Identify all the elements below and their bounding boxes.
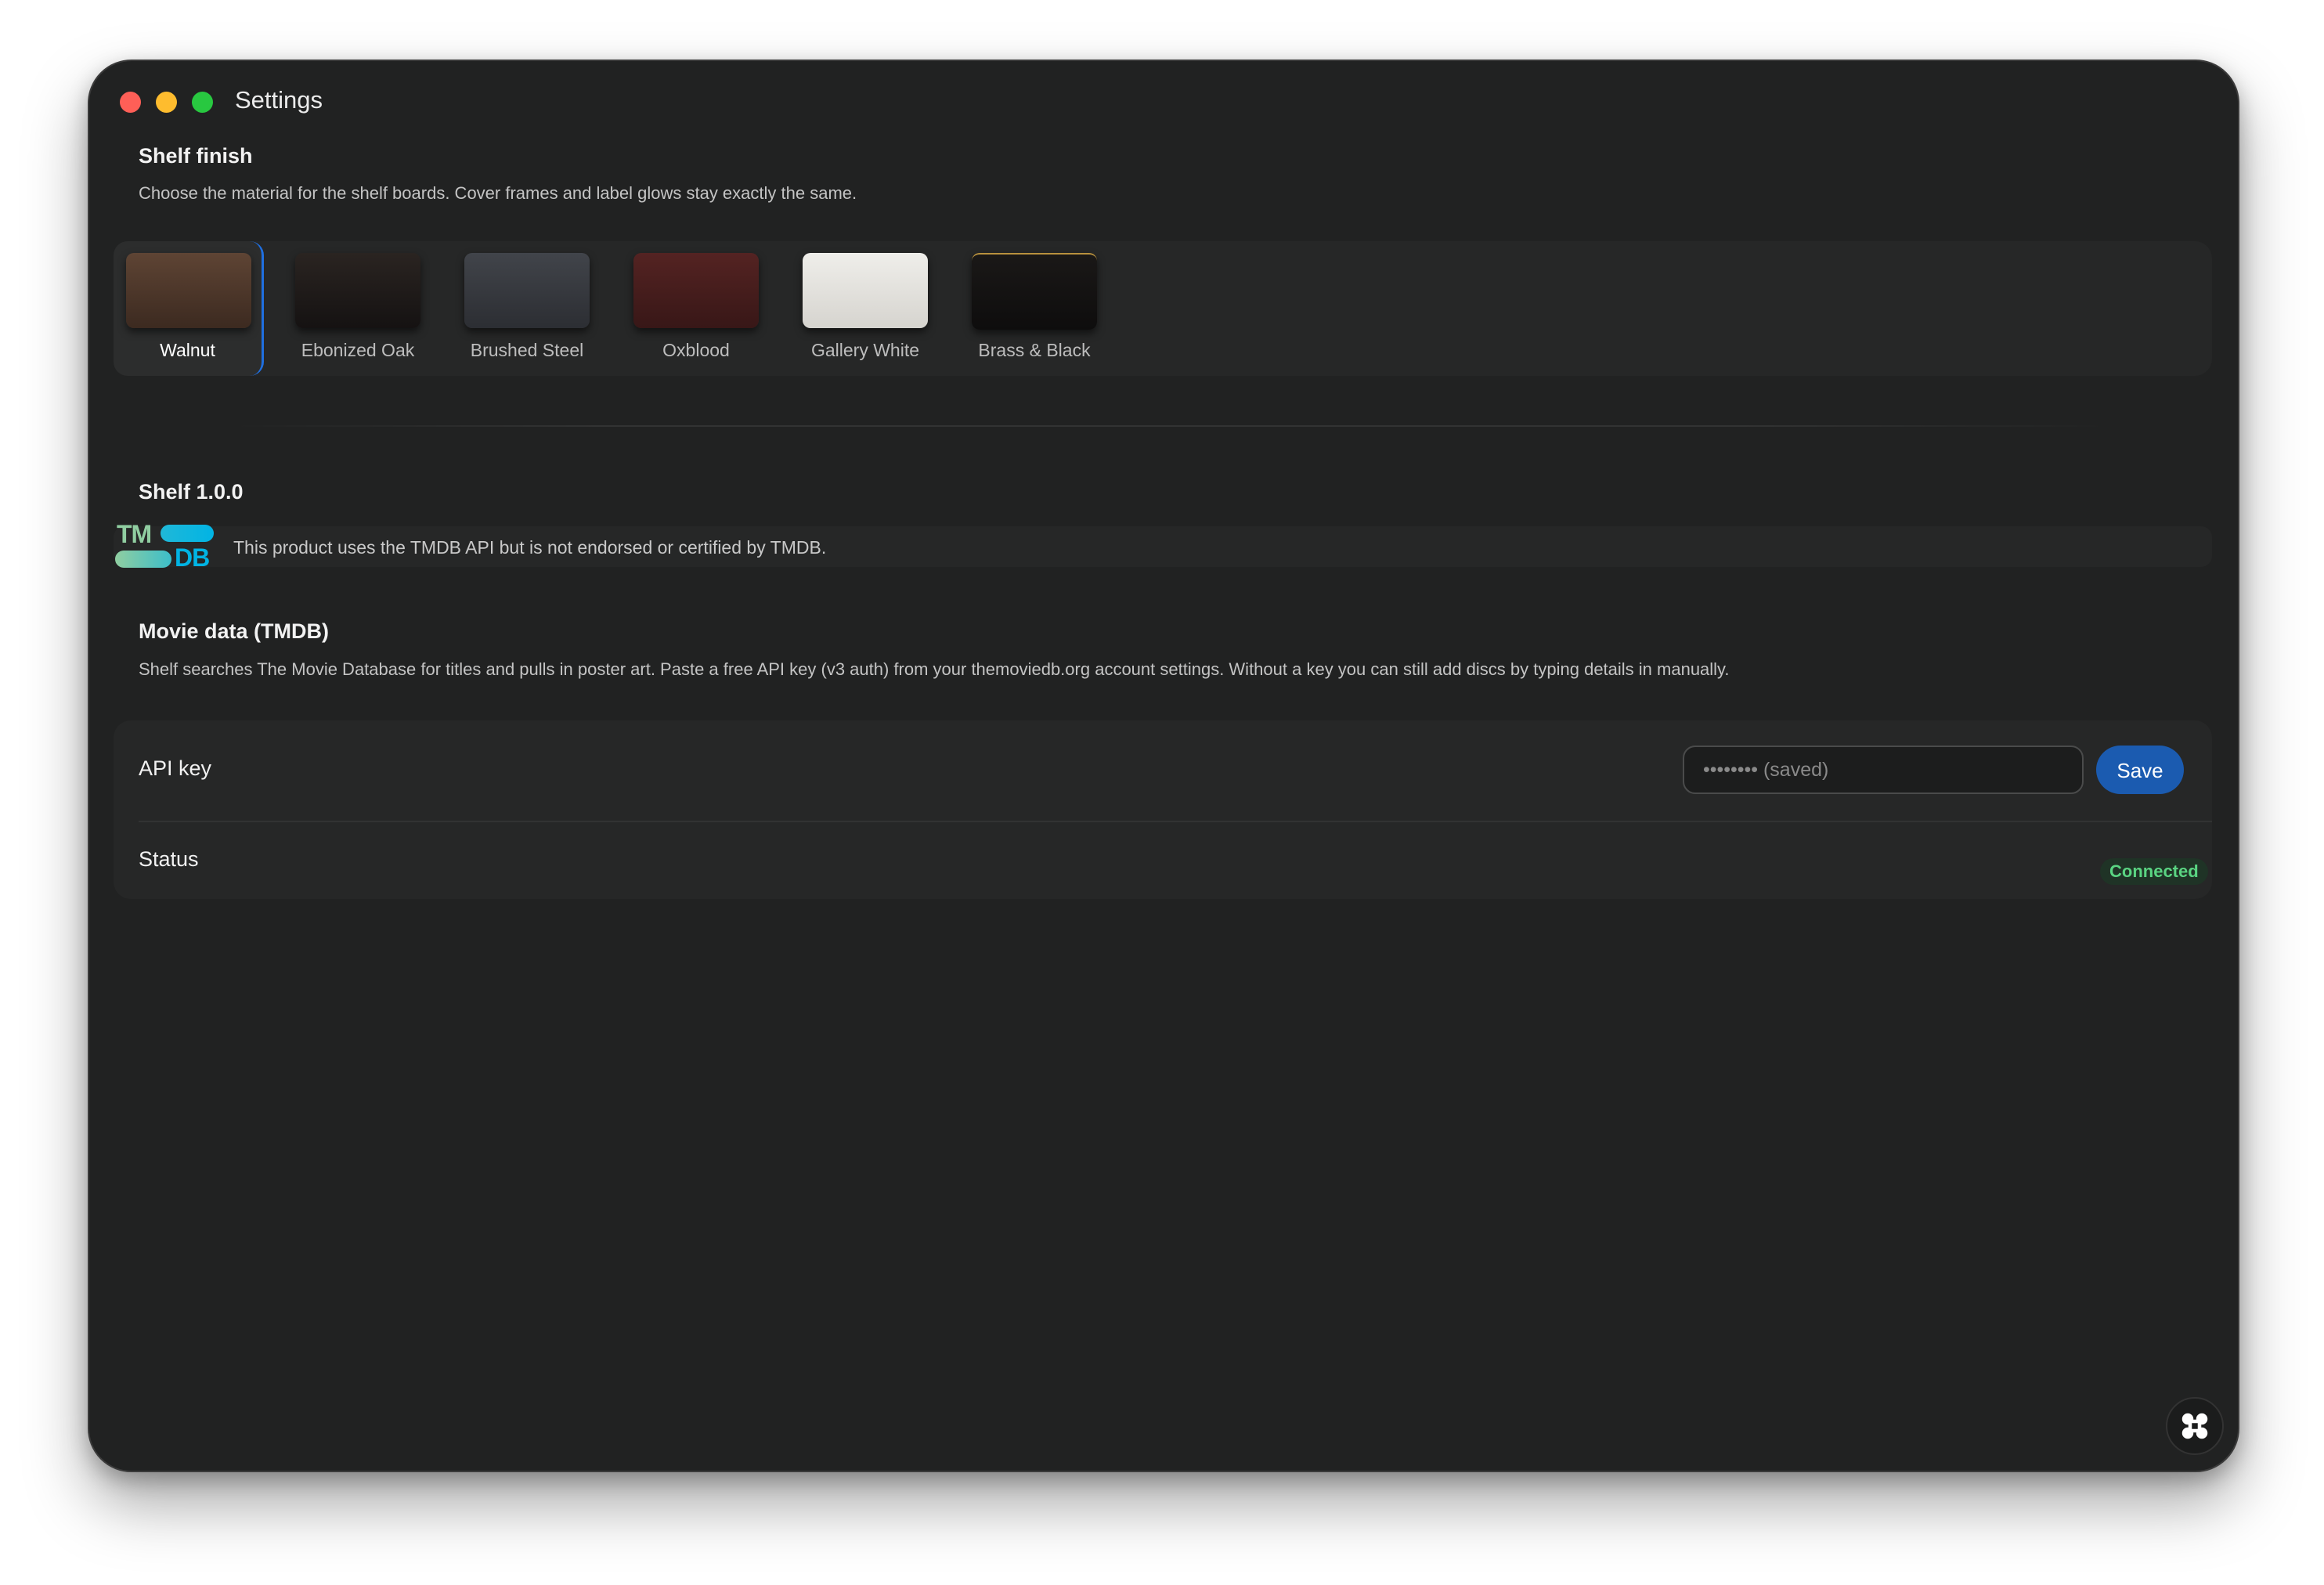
finish-swatch [972,253,1097,330]
finish-swatch [633,253,759,328]
about-title: Shelf 1.0.0 [139,480,244,504]
shelf-finish-description: Choose the material for the shelf boards… [139,183,857,203]
status-badge: Connected [2100,858,2208,885]
finish-option-gallery-white[interactable]: Gallery White [790,241,940,376]
status-label: Status [139,847,199,871]
finish-option-oxblood[interactable]: Oxblood [621,241,771,376]
shelf-finish-title: Shelf finish [139,144,253,168]
finish-option-label: Oxblood [662,340,730,360]
finish-option-label: Brushed Steel [470,340,584,360]
window-title: Settings [235,86,323,114]
title-bar: Settings [89,61,2238,139]
movie-data-description: Shelf searches The Movie Database for ti… [139,659,1730,679]
api-settings-card: API key Save Status Connected [114,720,2212,899]
finish-option-brushed-steel[interactable]: Brushed Steel [452,241,602,376]
finish-option-label: Brass & Black [978,340,1091,360]
row-divider [139,821,2212,822]
command-icon [2181,1413,2208,1439]
finish-swatch [295,253,420,328]
api-key-input[interactable] [1683,746,2084,794]
close-window-button[interactable] [120,92,141,113]
zoom-window-button[interactable] [192,92,213,113]
minimize-window-button[interactable] [156,92,177,113]
finish-option-ebonized-oak[interactable]: Ebonized Oak [283,241,433,376]
tmdb-logo: TM DB [114,520,215,572]
finish-option-label: Walnut [160,340,215,360]
section-divider [230,425,2109,427]
finish-option-label: Ebonized Oak [301,340,415,360]
finish-option-walnut[interactable]: Walnut [114,241,264,376]
save-button[interactable]: Save [2096,746,2184,794]
settings-window: Settings Shelf finish Choose the materia… [88,60,2239,1472]
shelf-finish-picker: Walnut Ebonized Oak Brushed Steel Oxbloo… [114,241,2212,376]
movie-data-title: Movie data (TMDB) [139,619,329,643]
api-key-label: API key [139,756,212,780]
finish-option-label: Gallery White [810,340,920,360]
command-icon-button[interactable] [2166,1397,2224,1455]
finish-swatch [126,253,251,328]
finish-swatch [803,253,928,328]
tmdb-attribution-text: This product uses the TMDB API but is no… [233,537,827,558]
finish-option-brass-and-black[interactable]: Brass & Black [959,241,1110,376]
finish-swatch [464,253,590,328]
